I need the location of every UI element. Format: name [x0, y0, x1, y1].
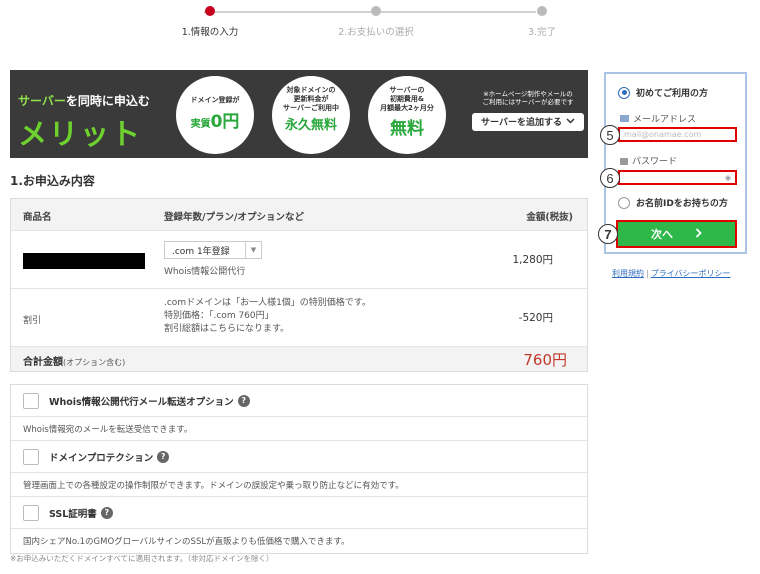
progress-stepper: 1.情報の入力 2.お支払いの選択 3.完了	[160, 0, 580, 42]
item-price: 1,280円	[512, 254, 553, 266]
annotation-6: 6	[600, 168, 620, 188]
option-checkbox[interactable]	[23, 504, 39, 521]
next-button[interactable]: 7 次へ	[598, 220, 737, 248]
table-header: 商品名 登録年数/プラン/オプションなど 金額(税抜)	[11, 199, 587, 231]
email-placeholder: mail@onamae.com	[624, 130, 702, 139]
next-button-label: 次へ	[651, 228, 673, 241]
option-checkbox[interactable]	[23, 392, 39, 409]
option-whois-forward[interactable]: Whois情報公開代行メール転送オプション ?	[11, 385, 587, 417]
item-whois-label: Whois情報公開代行	[164, 267, 246, 277]
total-price: 760円	[523, 351, 567, 369]
option-description: 管理画面上での各種設定の操作制限ができます。ドメインの誤設定や乗っ取り防止などに…	[11, 473, 587, 497]
section-title: 1.お申込み内容	[10, 174, 95, 188]
redacted-domain-name	[23, 253, 145, 269]
server-promo-banner: サーバーを同時に申込む メリット ドメイン登録が 実質0円 対象ドメインの 更新…	[10, 70, 588, 158]
step-dot	[205, 6, 215, 16]
option-checkbox[interactable]	[23, 448, 39, 465]
password-input[interactable]: 6 ◉	[600, 168, 737, 188]
table-row-total: 合計金額(オプション含む) 760円	[11, 347, 587, 371]
help-icon[interactable]: ?	[157, 450, 170, 463]
radio-unselected[interactable]	[618, 196, 630, 209]
table-row-domain: .com 1年登録 ▼ Whois情報公開代行 1,280円	[11, 231, 587, 289]
header-amount: 金額(税抜)	[526, 212, 573, 223]
step-label: 2.お支払いの選択	[338, 27, 414, 38]
first-time-label: 初めてご利用の方	[636, 89, 709, 99]
banner-head-green: サーバー	[18, 94, 66, 108]
banner-note: ※ホームページ制作やメールの ご利用にはサーバーが必要です	[482, 90, 574, 107]
benefit-circle-3: サーバーの 初期費用& 月額最大2ヶ月分 無料	[368, 76, 446, 154]
discount-text: .comドメインは「お一人様1個」の特別価格です。 特別価格：「.com 760…	[164, 297, 371, 336]
has-id-option[interactable]: お名前IDをお持ちの方	[618, 196, 728, 209]
discount-label: 割引	[23, 316, 42, 326]
chevron-right-icon	[695, 227, 702, 241]
option-domain-protection[interactable]: ドメインプロテクション ?	[11, 441, 587, 473]
header-plan: 登録年数/プラン/オプションなど	[164, 212, 304, 223]
benefit-circle-2: 対象ドメインの 更新料金が サーバーご利用中 永久無料	[272, 76, 350, 154]
has-id-label: お名前IDをお持ちの方	[636, 199, 728, 209]
first-time-option[interactable]: 初めてご利用の方	[618, 86, 708, 99]
terms-link[interactable]: 利用規約	[612, 269, 644, 278]
lock-icon	[620, 158, 628, 165]
add-server-button[interactable]: サーバーを追加する	[472, 112, 584, 131]
circle-bottom: 無料	[390, 119, 424, 140]
total-label-note: (オプション含む)	[63, 358, 126, 367]
step-dot	[371, 6, 381, 16]
option-title: SSL証明書	[49, 508, 97, 520]
option-title: Whois情報公開代行メール転送オプション	[49, 396, 234, 408]
discount-price: -520円	[518, 312, 553, 324]
footer-links: 利用規約 | プライバシーポリシー	[612, 269, 731, 278]
discount-line-1: .comドメインは「お一人様1個」の特別価格です。	[164, 298, 371, 308]
help-icon[interactable]: ?	[100, 506, 113, 519]
email-input[interactable]: 5 mail@onamae.com	[600, 125, 737, 145]
benefit-circle-1: ドメイン登録が 実質0円	[176, 76, 254, 154]
option-title: ドメインプロテクション	[49, 452, 154, 464]
option-description: 国内シェアNo.1のGMOグローバルサインのSSLが直販よりも低価格で購入できま…	[23, 537, 350, 547]
total-label: 合計金額	[23, 357, 63, 368]
discount-line-2: 特別価格：「.com 760円」	[164, 311, 274, 322]
radio-selected[interactable]	[618, 86, 630, 99]
option-description: Whois情報宛のメールを転送受信できます。	[11, 417, 587, 441]
discount-line-3: 割引総額はこちらになります。	[164, 324, 290, 335]
banner-head-white: を同時に申込む	[65, 94, 150, 108]
circle-top: ドメイン登録が	[190, 96, 240, 104]
add-server-label: サーバーを追加する	[481, 118, 562, 129]
password-label: パスワード	[632, 157, 678, 167]
help-icon[interactable]: ?	[237, 394, 250, 407]
option-ssl-certificate[interactable]: SSL証明書 ?	[11, 497, 587, 529]
privacy-link[interactable]: プライバシーポリシー	[651, 269, 731, 278]
eye-icon[interactable]: ◉	[725, 174, 731, 182]
header-product: 商品名	[23, 212, 52, 223]
chevron-down-icon	[566, 117, 575, 127]
step-dot	[537, 6, 547, 16]
select-arrow-icon: ▼	[245, 242, 261, 258]
email-label: メールアドレス	[633, 115, 697, 125]
banner-headline: サーバーを同時に申込む メリット	[18, 92, 178, 153]
circle-jitsu: 実質	[190, 118, 211, 130]
circle-bottom: 永久無料	[284, 118, 337, 134]
order-table: 商品名 登録年数/プラン/オプションなど 金額(税抜) .com 1年登録 ▼ …	[10, 198, 588, 372]
step-label: 3.完了	[527, 27, 557, 38]
step-3: 3.完了	[492, 6, 592, 38]
footnote: ※お申込みいただくドメインすべてに適用されます。（非対応ドメインを除く）	[10, 554, 274, 563]
step-1: 1.情報の入力	[160, 6, 260, 38]
table-row-discount: 割引 .comドメインは「お一人様1個」の特別価格です。 特別価格：「.com …	[11, 289, 587, 347]
circle-top: 対象ドメインの 更新料金が サーバーご利用中	[283, 86, 339, 112]
login-panel: 初めてご利用の方 メールアドレス 5 mail@onamae.com パスワード…	[598, 72, 747, 254]
step-label: 1.情報の入力	[181, 27, 239, 38]
circle-top: サーバーの 初期費用& 月額最大2ヶ月分	[380, 86, 434, 112]
mail-icon	[620, 115, 629, 122]
annotation-7: 7	[598, 224, 618, 244]
banner-big-text: メリット	[18, 117, 143, 151]
select-value: .com 1年登録	[172, 246, 230, 257]
circle-bottom: 0円	[210, 111, 240, 132]
annotation-5: 5	[600, 125, 620, 145]
registration-period-select[interactable]: .com 1年登録 ▼	[164, 241, 262, 259]
step-2: 2.お支払いの選択	[326, 6, 426, 38]
options-list: Whois情報公開代行メール転送オプション ? Whois情報宛のメールを転送受…	[10, 384, 588, 554]
